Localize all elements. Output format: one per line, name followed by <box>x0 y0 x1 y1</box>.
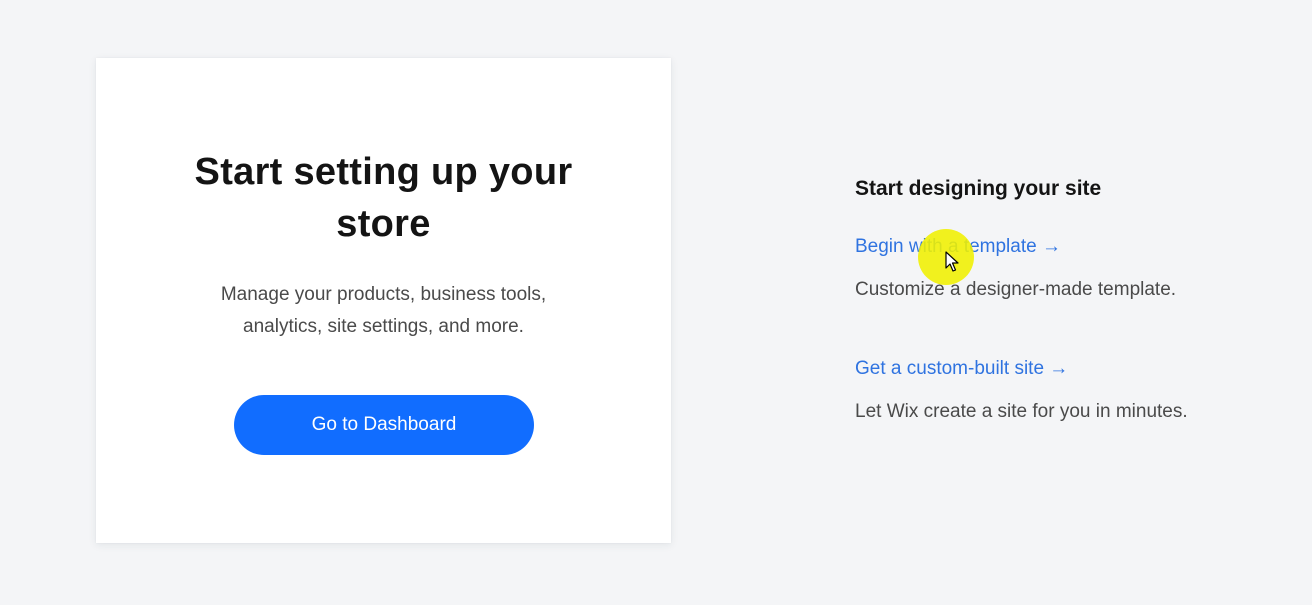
template-option-description: Customize a designer-made template. <box>855 279 1177 300</box>
begin-with-template-link[interactable]: Begin with a template → <box>855 233 1061 261</box>
store-setup-description: Manage your products, business tools, an… <box>220 284 547 337</box>
go-to-dashboard-button[interactable]: Go to Dashboard <box>234 395 534 455</box>
design-site-section: Start designing your site Begin with a t… <box>855 174 1275 422</box>
template-option: Begin with a template → Customize a desi… <box>855 233 1176 304</box>
get-custom-built-site-link[interactable]: Get a custom-built site → <box>855 355 1068 383</box>
custom-site-option: Get a custom-built site → Let Wix create… <box>855 355 1188 426</box>
store-setup-card: Start setting up your store Manage your … <box>96 58 671 543</box>
custom-site-option-description: Let Wix create a site for you in minutes… <box>855 401 1188 422</box>
store-setup-title: Start setting up your store <box>194 151 573 245</box>
design-site-title: Start designing your site <box>855 177 1102 200</box>
